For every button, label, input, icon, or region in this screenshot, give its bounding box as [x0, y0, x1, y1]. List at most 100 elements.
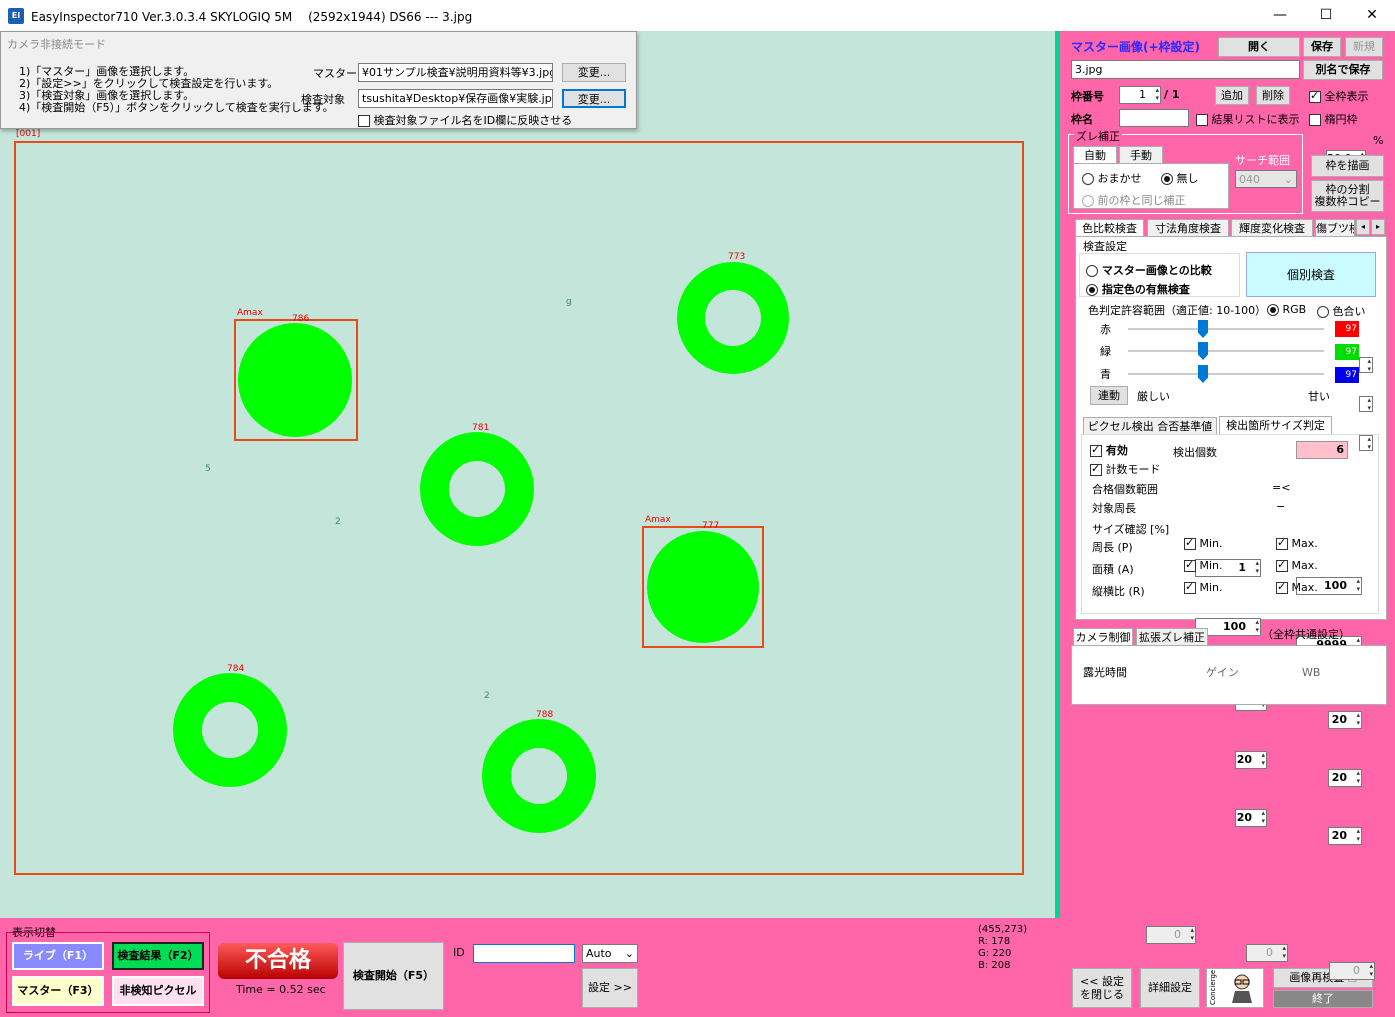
- tab-scratch[interactable]: 傷ブツ検: [1315, 219, 1355, 237]
- zoom-unit: %: [1373, 134, 1384, 147]
- show-in-results-checkbox[interactable]: 結果リストに表示: [1196, 111, 1300, 127]
- wb-spinner[interactable]: 0: [1329, 962, 1375, 980]
- individual-inspection-button[interactable]: 個別検査: [1246, 252, 1376, 297]
- close-button[interactable]: ✕: [1349, 0, 1395, 31]
- blue-value[interactable]: 97: [1335, 367, 1359, 383]
- red-stepper[interactable]: [1359, 357, 1373, 373]
- time-label: Time = 0.52 sec: [236, 983, 326, 996]
- tolerance-label: 色判定許容範囲（適正値: 10-100）: [1088, 304, 1267, 317]
- close-settings-button[interactable]: << 設定 を閉じる: [1072, 968, 1132, 1008]
- ellipse-frame-checkbox[interactable]: 楕円枠: [1309, 111, 1358, 127]
- speck: g: [566, 297, 572, 307]
- tab-extended-shift[interactable]: 拡張ズレ補正: [1136, 628, 1208, 646]
- master-change-button[interactable]: 変更...: [562, 63, 626, 82]
- size-row-max-spinner[interactable]: 20: [1328, 769, 1362, 787]
- open-button[interactable]: 開く: [1218, 37, 1300, 57]
- split-copy-button[interactable]: 枠の分割 複数枠コピー: [1311, 180, 1384, 212]
- frame-no-spinner[interactable]: 1: [1119, 86, 1161, 104]
- concierge-avatar-icon: [1229, 973, 1255, 1003]
- master-file-label: マスター: [313, 67, 357, 80]
- save-button[interactable]: 保存: [1303, 37, 1341, 57]
- link-button[interactable]: 連動: [1090, 386, 1128, 405]
- size-row-max-spinner[interactable]: 20: [1328, 711, 1362, 729]
- id-input[interactable]: [473, 944, 575, 963]
- gain-spinner[interactable]: 0: [1246, 944, 1288, 962]
- size-row-max-spinner[interactable]: 20: [1328, 827, 1362, 845]
- wb-label: WB: [1302, 666, 1321, 679]
- exposure-spinner[interactable]: 0: [1146, 926, 1196, 944]
- tab-scroll-left-icon[interactable]: ◂: [1356, 219, 1370, 235]
- draw-frame-button[interactable]: 枠を描画: [1311, 155, 1384, 177]
- tab-luminance[interactable]: 輝度変化検査: [1231, 219, 1313, 237]
- green-value[interactable]: 97: [1335, 344, 1359, 360]
- same-as-prev-radio[interactable]: 前の枠と同じ補正: [1082, 192, 1186, 208]
- omakase-label: おまかせ: [1097, 172, 1142, 185]
- new-button[interactable]: 新規: [1345, 37, 1383, 57]
- compare-master-radio[interactable]: マスター画像との比較: [1086, 262, 1212, 278]
- tab-camera-control[interactable]: カメラ制御: [1073, 628, 1133, 646]
- inspection-image[interactable]: [001] 773 Amax 786 781 Amax 777 784 788 …: [0, 31, 1058, 918]
- result-button[interactable]: 検査結果（F2）: [112, 942, 204, 970]
- add-frame-button[interactable]: 追加: [1215, 86, 1249, 105]
- size-row-max-checkbox[interactable]: Max.: [1276, 580, 1318, 594]
- size-row-max-checkbox[interactable]: Max.: [1276, 536, 1318, 550]
- color-presence-radio[interactable]: 指定色の有無検査: [1086, 281, 1190, 297]
- hue-radio[interactable]: 色合い: [1317, 303, 1366, 319]
- size-row-min-checkbox[interactable]: Min.: [1184, 580, 1223, 594]
- nondetect-pixel-button[interactable]: 非検知ピクセル: [112, 976, 204, 1006]
- master-view-button[interactable]: マスター（F3）: [12, 976, 104, 1006]
- target-file-input[interactable]: tsushita¥Desktop¥保存画像¥実験.jpg: [358, 89, 553, 108]
- exit-button[interactable]: 終了: [1273, 990, 1373, 1008]
- start-inspection-button[interactable]: 検査開始（F5）: [343, 942, 444, 1010]
- frame-name-input[interactable]: [1119, 109, 1189, 127]
- live-button[interactable]: ライブ（F1）: [12, 942, 104, 970]
- target-change-button[interactable]: 変更...: [562, 89, 626, 108]
- max-label: Max.: [1291, 581, 1318, 594]
- green-stepper[interactable]: [1359, 396, 1373, 412]
- minimize-button[interactable]: —: [1257, 0, 1303, 31]
- size-row-min-checkbox[interactable]: Min.: [1184, 558, 1223, 572]
- min-label: Min.: [1199, 581, 1223, 594]
- ring-773: [677, 262, 789, 374]
- label-786: 786: [292, 314, 310, 324]
- tab-dimension[interactable]: 寸法角度検査: [1147, 219, 1229, 237]
- detail-settings-button[interactable]: 詳細設定: [1140, 968, 1200, 1008]
- delete-frame-button[interactable]: 削除: [1256, 86, 1290, 105]
- search-range-value: 040: [1239, 173, 1260, 186]
- concierge-button[interactable]: Concierge: [1206, 968, 1264, 1008]
- valid-label: 有効: [1105, 444, 1128, 457]
- frame-label: [001]: [16, 129, 41, 139]
- settings-button[interactable]: 設定 >>: [582, 968, 638, 1008]
- save-as-button[interactable]: 別名で保存: [1303, 60, 1383, 80]
- size-row-min-spinner[interactable]: 20: [1235, 751, 1267, 769]
- tab-scroll-right-icon[interactable]: ▸: [1371, 219, 1385, 235]
- max-label: Max.: [1291, 537, 1318, 550]
- omakase-radio[interactable]: おまかせ: [1082, 170, 1142, 186]
- pixel-r: R: 178: [978, 936, 1011, 947]
- tab-size-judgement[interactable]: 検出箇所サイズ判定: [1219, 416, 1332, 435]
- tab-color-compare[interactable]: 色比較検査: [1075, 219, 1144, 237]
- show-all-frames-checkbox[interactable]: 全枠表示: [1309, 88, 1369, 104]
- tab-manual[interactable]: 手動: [1119, 146, 1163, 164]
- tab-pixel-criteria[interactable]: ピクセル検出 合否基準値: [1083, 417, 1217, 435]
- blue-label: 青: [1100, 368, 1111, 381]
- master-file-name[interactable]: 3.jpg: [1071, 60, 1300, 79]
- maximize-button[interactable]: ☐: [1303, 0, 1349, 31]
- speck: 2: [335, 517, 341, 527]
- count-mode-checkbox[interactable]: 計数モード: [1090, 461, 1161, 477]
- valid-checkbox[interactable]: 有効: [1090, 442, 1128, 458]
- none-radio[interactable]: 無し: [1161, 170, 1199, 186]
- size-row-min-checkbox[interactable]: Min.: [1184, 536, 1223, 550]
- amax-label-1: Amax: [237, 308, 263, 318]
- reflect-id-checkbox[interactable]: 検査対象ファイル名をID欄に反映させる: [358, 112, 572, 128]
- frame-total: / 1: [1164, 88, 1180, 101]
- red-value[interactable]: 97: [1335, 321, 1359, 337]
- search-range-select[interactable]: 040 ⌄: [1235, 170, 1297, 188]
- size-row-max-checkbox[interactable]: Max.: [1276, 558, 1318, 572]
- target-file-label: 検査対象: [301, 93, 345, 106]
- tab-auto[interactable]: 自動: [1073, 146, 1117, 164]
- auto-select[interactable]: Auto ⌄: [582, 944, 638, 963]
- size-row-min-spinner[interactable]: 20: [1235, 809, 1267, 827]
- master-file-input[interactable]: ¥01サンプル検査¥説明用資料等¥3.jpg: [358, 63, 553, 82]
- rgb-radio[interactable]: RGB: [1267, 303, 1306, 316]
